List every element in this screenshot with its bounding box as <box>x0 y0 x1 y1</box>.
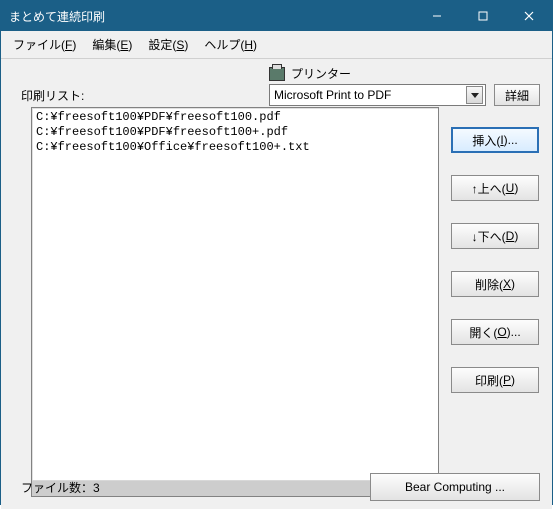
menu-settings[interactable]: 設定(S) <box>140 33 196 56</box>
print-button[interactable]: 印刷(P) <box>451 367 539 393</box>
printer-label: プリンター <box>291 65 351 82</box>
chevron-down-icon[interactable] <box>466 86 483 104</box>
menu-help[interactable]: ヘルプ(H) <box>196 33 265 56</box>
minimize-button[interactable] <box>414 1 460 31</box>
printer-icon <box>269 67 285 81</box>
action-button-column: 挿入(I)... ↑上へ(U) ↓下へ(D) 削除(X) 開く(O)... 印刷… <box>451 127 539 393</box>
list-item[interactable]: C:¥freesoft100¥Office¥freesoft100+.txt <box>36 140 434 155</box>
menu-edit[interactable]: 編集(E) <box>84 33 140 56</box>
delete-button[interactable]: 削除(X) <box>451 271 539 297</box>
window-title: まとめて連続印刷 <box>9 8 414 25</box>
move-up-button[interactable]: ↑上へ(U) <box>451 175 539 201</box>
printer-selected: Microsoft Print to PDF <box>274 88 466 102</box>
list-item[interactable]: C:¥freesoft100¥PDF¥freesoft100+.pdf <box>36 125 434 140</box>
status-bar: ファイル数：3 Bear Computing ... <box>21 473 540 501</box>
file-count-label: ファイル数：3 <box>21 479 100 496</box>
insert-button[interactable]: 挿入(I)... <box>451 127 539 153</box>
list-item[interactable]: C:¥freesoft100¥PDF¥freesoft100.pdf <box>36 110 434 125</box>
maximize-button[interactable] <box>460 1 506 31</box>
close-button[interactable] <box>506 1 552 31</box>
print-list-label: 印刷リスト: <box>21 87 84 104</box>
move-down-button[interactable]: ↓下へ(D) <box>451 223 539 249</box>
printer-detail-button[interactable]: 詳細 <box>494 84 540 106</box>
vendor-button[interactable]: Bear Computing ... <box>370 473 540 501</box>
menu-file[interactable]: ファイル(F) <box>5 33 84 56</box>
printer-section: プリンター Microsoft Print to PDF 詳細 <box>269 65 540 106</box>
print-list[interactable]: C:¥freesoft100¥PDF¥freesoft100.pdfC:¥fre… <box>31 107 439 497</box>
open-button[interactable]: 開く(O)... <box>451 319 539 345</box>
client-area: プリンター Microsoft Print to PDF 詳細 印刷リスト: C… <box>1 59 552 509</box>
window-controls <box>414 1 552 31</box>
titlebar: まとめて連続印刷 <box>1 1 552 31</box>
menubar: ファイル(F) 編集(E) 設定(S) ヘルプ(H) <box>1 31 552 59</box>
printer-combobox[interactable]: Microsoft Print to PDF <box>269 84 486 106</box>
